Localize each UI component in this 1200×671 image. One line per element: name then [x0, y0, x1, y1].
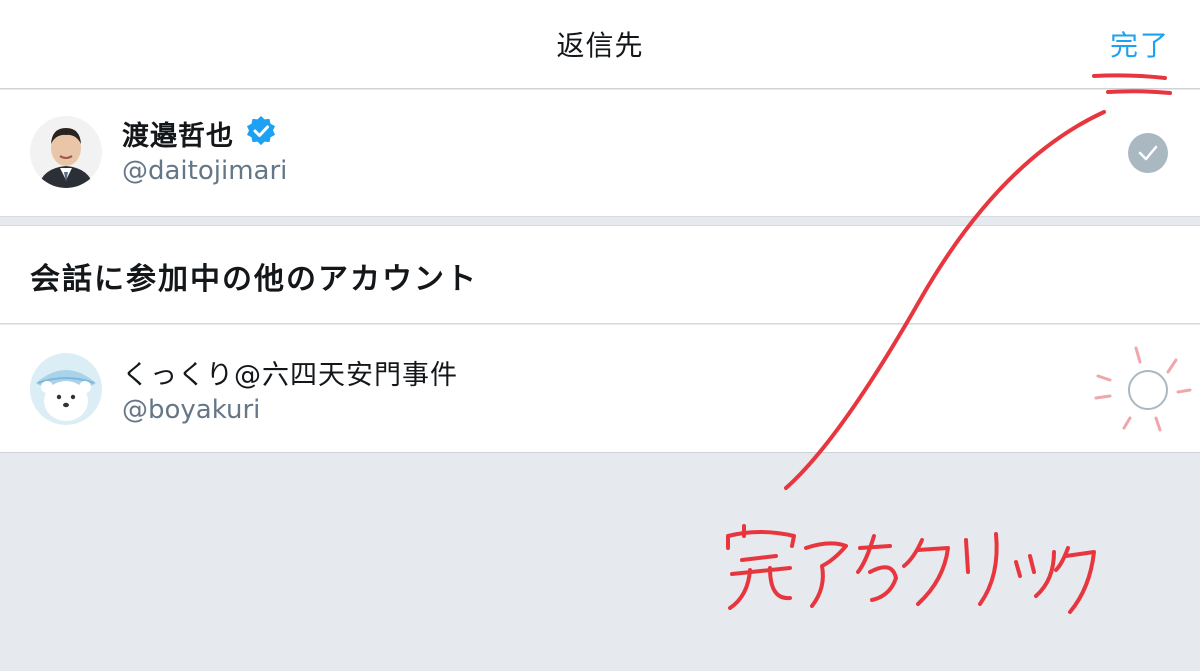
account-name: くっくり@六四天安門事件 [122, 360, 458, 391]
list-item[interactable]: くっくり@六四天安門事件 @boyakuri [0, 325, 1200, 453]
section-header: 会話に参加中の他のアカウント [0, 226, 1200, 324]
section-divider [0, 216, 1200, 226]
avatar [30, 353, 102, 425]
section-title: 会話に参加中の他のアカウント [30, 262, 478, 297]
account-name: 渡邉哲也 [122, 121, 234, 152]
nav-header: 返信先 完了 [0, 0, 1200, 89]
done-button[interactable]: 完了 [1110, 24, 1170, 64]
avatar [30, 116, 102, 188]
account-handle: @boyakuri [122, 395, 261, 425]
selected-check-icon[interactable] [1128, 133, 1168, 173]
reply-target-row[interactable]: 渡邉哲也 @daitojimari [0, 90, 1200, 216]
unselected-circle-icon[interactable] [1128, 370, 1168, 410]
verified-badge-icon [247, 116, 275, 146]
page-title: 返信先 [556, 29, 644, 62]
account-handle: @daitojimari [122, 156, 288, 186]
